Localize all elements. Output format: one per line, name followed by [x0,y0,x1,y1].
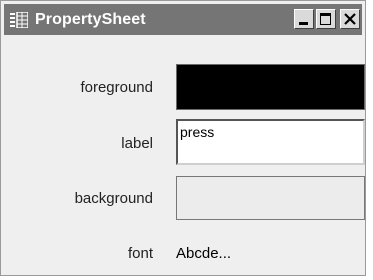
minimize-icon[interactable] [294,9,314,29]
background-label: background [74,190,153,207]
background-color-swatch[interactable] [176,176,365,220]
font-label: font [127,245,153,262]
label-input-value: press [180,124,215,140]
title-bar[interactable]: PropertySheet [4,4,362,35]
window-title: PropertySheet [35,10,146,28]
foreground-label: foreground [80,79,153,96]
close-icon[interactable] [340,9,360,29]
window-controls [294,9,360,29]
font-value[interactable]: Abcde... [176,245,231,262]
maximize-icon[interactable] [316,9,336,29]
foreground-color-swatch[interactable] [176,64,365,110]
label-label: label [121,135,153,152]
property-grid-icon [9,10,29,30]
property-sheet-window: PropertySheet foreground label press bac… [0,0,366,276]
label-input[interactable]: press [176,119,365,165]
